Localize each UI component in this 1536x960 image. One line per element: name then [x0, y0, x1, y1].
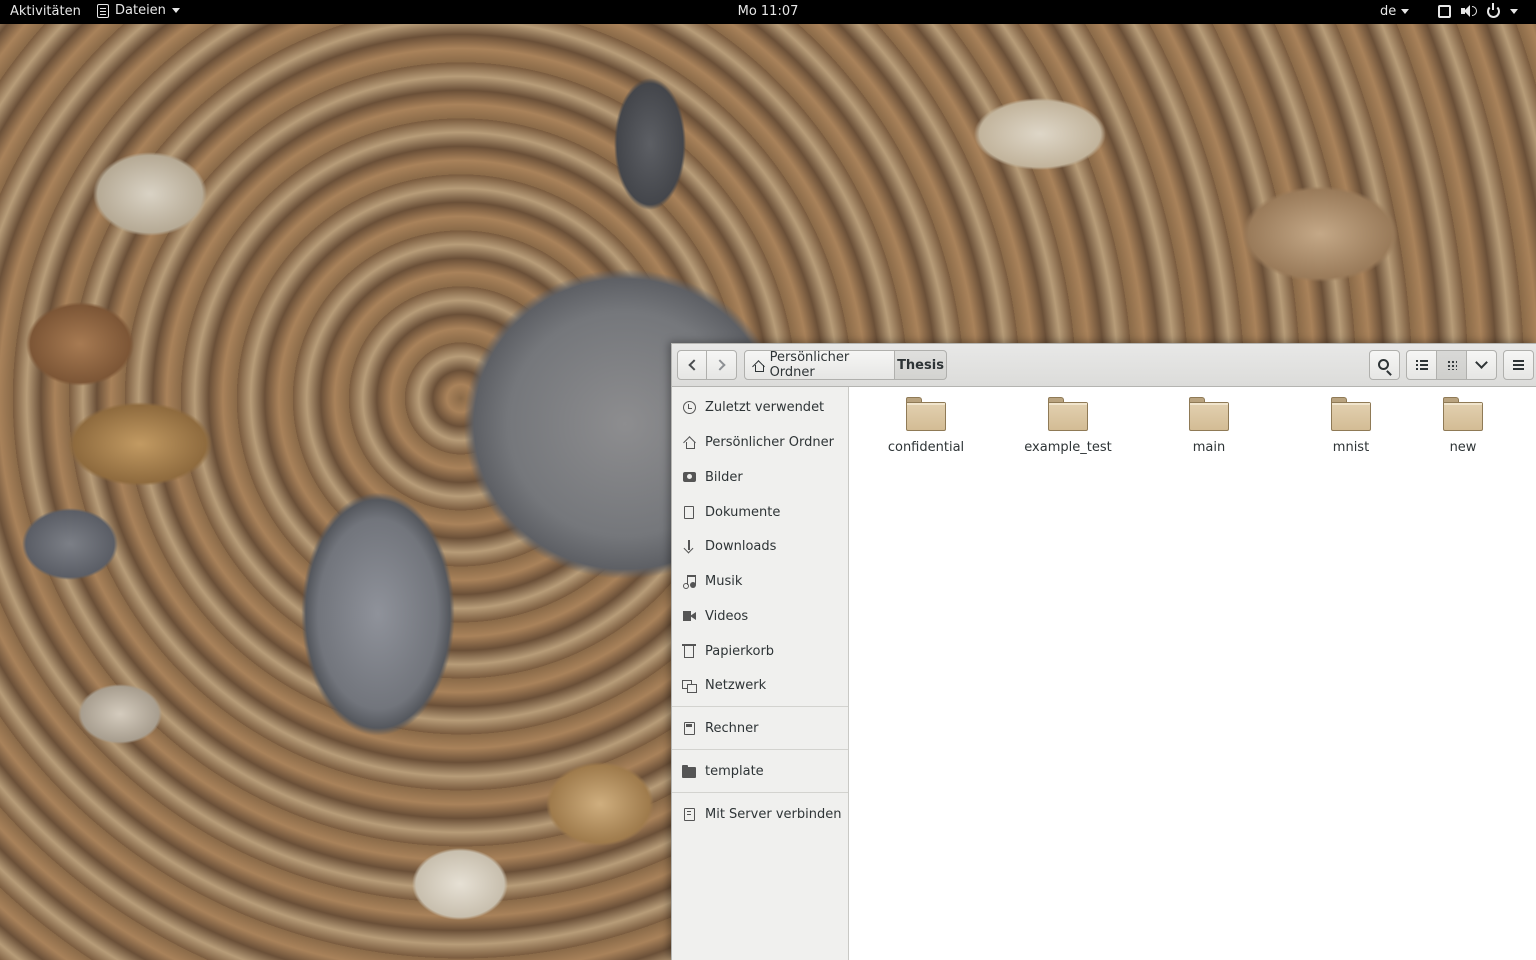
home-icon: [753, 360, 765, 372]
sidebar-item-label: Papierkorb: [705, 643, 775, 659]
trash-icon: [682, 644, 696, 658]
server-icon: [682, 807, 696, 821]
header-bar: Persönlicher Ordner Thesis: [672, 344, 1536, 387]
sidebar-item-recent[interactable]: Zuletzt verwendet: [672, 392, 848, 422]
file-item-example-test[interactable]: example_test: [1003, 395, 1133, 465]
video-icon: [682, 609, 696, 623]
keyboard-layout-menu[interactable]: de: [1380, 4, 1410, 19]
forward-button[interactable]: [706, 350, 737, 380]
sidebar-item-videos[interactable]: Videos: [672, 601, 848, 631]
file-name: main: [1192, 440, 1226, 455]
menu-button[interactable]: [1503, 350, 1534, 380]
home-icon: [682, 435, 696, 449]
folder-icon: [682, 764, 696, 778]
file-view[interactable]: confidential example_test main mnist new: [850, 387, 1536, 960]
sidebar-item-label: Zuletzt verwendet: [705, 399, 825, 415]
activities-button[interactable]: Aktivitäten: [10, 4, 81, 19]
camera-icon: [682, 470, 696, 484]
chevron-right-icon: [713, 359, 726, 371]
sidebar-item-pictures[interactable]: Bilder: [672, 462, 848, 492]
music-icon: [682, 574, 696, 589]
download-icon: [682, 539, 696, 553]
file-manager-window: Persönlicher Ordner Thesis Zuletzt verwe…: [671, 343, 1536, 960]
sidebar-item-documents[interactable]: Dokumente: [672, 497, 848, 527]
sidebar-item-trash[interactable]: Papierkorb: [672, 636, 848, 666]
sidebar-item-music[interactable]: Musik: [672, 566, 848, 596]
breadcrumb-home-label: Persönlicher Ordner: [769, 350, 850, 380]
places-sidebar: Zuletzt verwendet Persönlicher Ordner Bi…: [672, 387, 849, 960]
grid-view-button[interactable]: [1436, 350, 1467, 380]
caret-down-icon: [171, 8, 180, 13]
search-icon: [1378, 358, 1389, 370]
list-view-button[interactable]: [1406, 350, 1437, 380]
sidebar-item-label: Downloads: [705, 538, 777, 554]
folder-icon: [1189, 397, 1229, 431]
sidebar-separator: [672, 792, 848, 793]
file-name: example_test: [1024, 440, 1112, 455]
view-options-button[interactable]: [1466, 350, 1497, 380]
file-item-main[interactable]: main: [1144, 395, 1274, 465]
sidebar-item-home[interactable]: Persönlicher Ordner: [672, 427, 848, 457]
power-icon: [1487, 2, 1500, 18]
sidebar-separator: [672, 749, 848, 750]
top-bar: Aktivitäten Dateien Mo 11:07 de: [0, 0, 1536, 24]
network-icon: [682, 678, 697, 693]
list-view-icon: [1415, 360, 1428, 370]
computer-icon: [682, 721, 696, 735]
breadcrumb-current[interactable]: Thesis: [894, 350, 947, 380]
file-item-confidential[interactable]: confidential: [861, 395, 991, 465]
files-app-icon: [97, 3, 109, 18]
volume-icon: [1461, 4, 1477, 18]
document-icon: [682, 505, 696, 519]
file-item-mnist[interactable]: mnist: [1286, 395, 1416, 465]
app-menu-button[interactable]: Dateien: [97, 3, 180, 18]
system-status-menu[interactable]: [1438, 2, 1518, 18]
sidebar-item-label: Netzwerk: [705, 677, 767, 693]
folder-icon: [906, 397, 946, 431]
file-name: mnist: [1332, 440, 1370, 455]
back-button[interactable]: [677, 350, 707, 380]
chevron-left-icon: [688, 359, 700, 371]
breadcrumb-home[interactable]: Persönlicher Ordner: [744, 350, 895, 380]
window-icon: [1438, 4, 1451, 18]
sidebar-item-computer[interactable]: Rechner: [672, 713, 848, 743]
sidebar-item-label: Dokumente: [705, 504, 781, 520]
keyboard-layout-label: de: [1380, 4, 1397, 19]
sidebar-separator: [672, 706, 848, 707]
breadcrumb-current-label: Thesis: [897, 357, 944, 373]
hamburger-menu-icon: [1513, 364, 1524, 366]
sidebar-item-label: Videos: [705, 608, 749, 624]
folder-icon: [1048, 397, 1088, 431]
sidebar-item-label: Musik: [705, 573, 743, 589]
search-button[interactable]: [1369, 350, 1400, 380]
caret-down-icon: [1510, 8, 1518, 14]
sidebar-item-label: Persönlicher Ordner: [705, 434, 834, 450]
sidebar-item-network[interactable]: Netzwerk: [672, 670, 848, 700]
sidebar-item-label: Bilder: [705, 469, 743, 485]
sidebar-item-downloads[interactable]: Downloads: [672, 531, 848, 561]
file-name: confidential: [887, 440, 965, 455]
sidebar-item-connect-server[interactable]: Mit Server verbinden: [672, 799, 848, 829]
app-menu-label: Dateien: [115, 3, 166, 18]
file-name: new: [1449, 440, 1477, 455]
recent-icon: [682, 400, 696, 414]
sidebar-item-template[interactable]: template: [672, 756, 848, 786]
sidebar-item-label: template: [705, 763, 764, 779]
file-item-new[interactable]: new: [1403, 395, 1523, 465]
folder-icon: [1443, 397, 1483, 431]
sidebar-item-label: Rechner: [705, 720, 759, 736]
folder-icon: [1331, 397, 1371, 431]
chevron-down-icon: [1475, 356, 1488, 369]
sidebar-item-label: Mit Server verbinden: [705, 806, 842, 822]
grid-view-icon: [1446, 360, 1457, 370]
clock[interactable]: Mo 11:07: [0, 4, 1536, 19]
caret-down-icon: [1401, 9, 1410, 14]
